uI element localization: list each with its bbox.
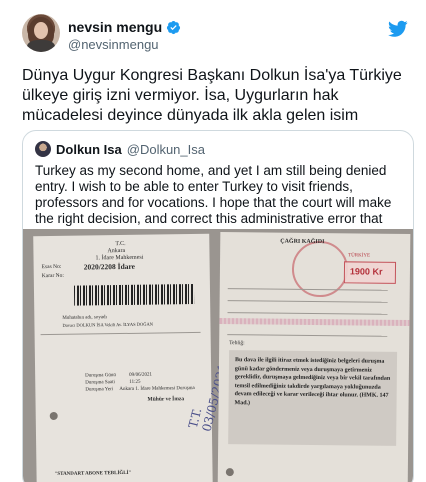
tweet-header: nevsin mengu @nevsinmengu xyxy=(22,14,414,58)
doc-time-value: 11:25 xyxy=(129,379,141,385)
quoted-tweet-header: Dolkun Isa @Dolkun_Isa xyxy=(35,141,205,157)
doc-court-city: Ankara xyxy=(107,247,126,255)
quoted-display-name: Dolkun Isa xyxy=(56,141,122,157)
doc-punch-hole xyxy=(49,411,58,421)
doc-notice-text: Bu dava ile ilgili itiraz etmek istediği… xyxy=(234,357,391,407)
quoted-tweet[interactable]: Dolkun Isa @Dolkun_Isa Turkey as my seco… xyxy=(22,130,414,482)
doc-notice-label: Tebliğ: xyxy=(229,340,245,347)
doc-barcode xyxy=(73,284,195,306)
doc-decision-no-label: Karar No: xyxy=(41,272,64,280)
doc-recipient: Davacı DOLKUN İSA Vekili Av. İLYAS DOĞAN xyxy=(62,321,153,328)
doc-stamp-text: TÜRKİYE xyxy=(348,253,371,259)
doc-place-value: Ankara 1. İdare Mahkemesi Duruşma xyxy=(119,386,195,393)
doc-tc: T.C. xyxy=(115,240,126,248)
doc-notice-box: Bu dava ile ilgili itiraz etmek istediği… xyxy=(228,350,398,446)
court-document-right: ÇAĞRI KAĞIDI TÜRKİYE 1900 Kr Tebliğ: Bu … xyxy=(217,232,411,482)
quoted-avatar xyxy=(35,141,51,157)
doc-punch-hole xyxy=(225,468,234,477)
doc-pink-strip xyxy=(219,318,410,326)
doc-recipient-label: Muhatabın adı, soyadı xyxy=(62,315,107,321)
author-handle[interactable]: @nevsinmengu xyxy=(68,37,159,52)
doc-rule xyxy=(227,334,388,337)
doc-case-no-label: Esas No: xyxy=(41,263,62,271)
doc-date-value: 09/06/2021 xyxy=(129,372,152,378)
author-display-name[interactable]: nevsin mengu xyxy=(68,19,162,35)
doc-date-label: Duruşma Günü xyxy=(85,373,116,379)
doc-rule xyxy=(227,300,388,303)
doc-rule xyxy=(40,331,201,336)
quoted-handle: @Dolkun_Isa xyxy=(126,141,205,157)
doc-right-header: ÇAĞRI KAĞIDI xyxy=(280,238,325,246)
tweet-card: nevsin mengu @nevsinmengu Dünya Uygur Ko… xyxy=(0,0,426,482)
doc-court-name: 1. İdare Mahkemesi xyxy=(95,254,144,262)
doc-case-no: 2020/2208 İdare xyxy=(83,261,136,272)
twitter-bird-icon[interactable] xyxy=(388,20,408,38)
avatar[interactable] xyxy=(22,14,60,52)
doc-place-label: Duruşma Yeri xyxy=(85,387,114,393)
doc-rule xyxy=(227,312,388,315)
doc-signature-label: Mühür ve İmza xyxy=(147,396,185,403)
doc-stamp-value: 1900 Kr xyxy=(349,266,383,277)
court-document-left: T.C. Ankara 1. İdare Mahkemesi Esas No: … xyxy=(33,233,230,482)
document-photo[interactable]: T.C. Ankara 1. İdare Mahkemesi Esas No: … xyxy=(23,229,413,482)
doc-footer: "STANDART ABONE TEBLİĞLİ" xyxy=(54,470,132,477)
verified-badge-icon xyxy=(167,20,181,34)
author-name-row: nevsin mengu xyxy=(68,18,181,36)
doc-time-label: Duruşma Saati xyxy=(85,380,115,386)
tweet-text: Dünya Uygur Kongresi Başkanı Dolkun İsa'… xyxy=(22,67,402,124)
